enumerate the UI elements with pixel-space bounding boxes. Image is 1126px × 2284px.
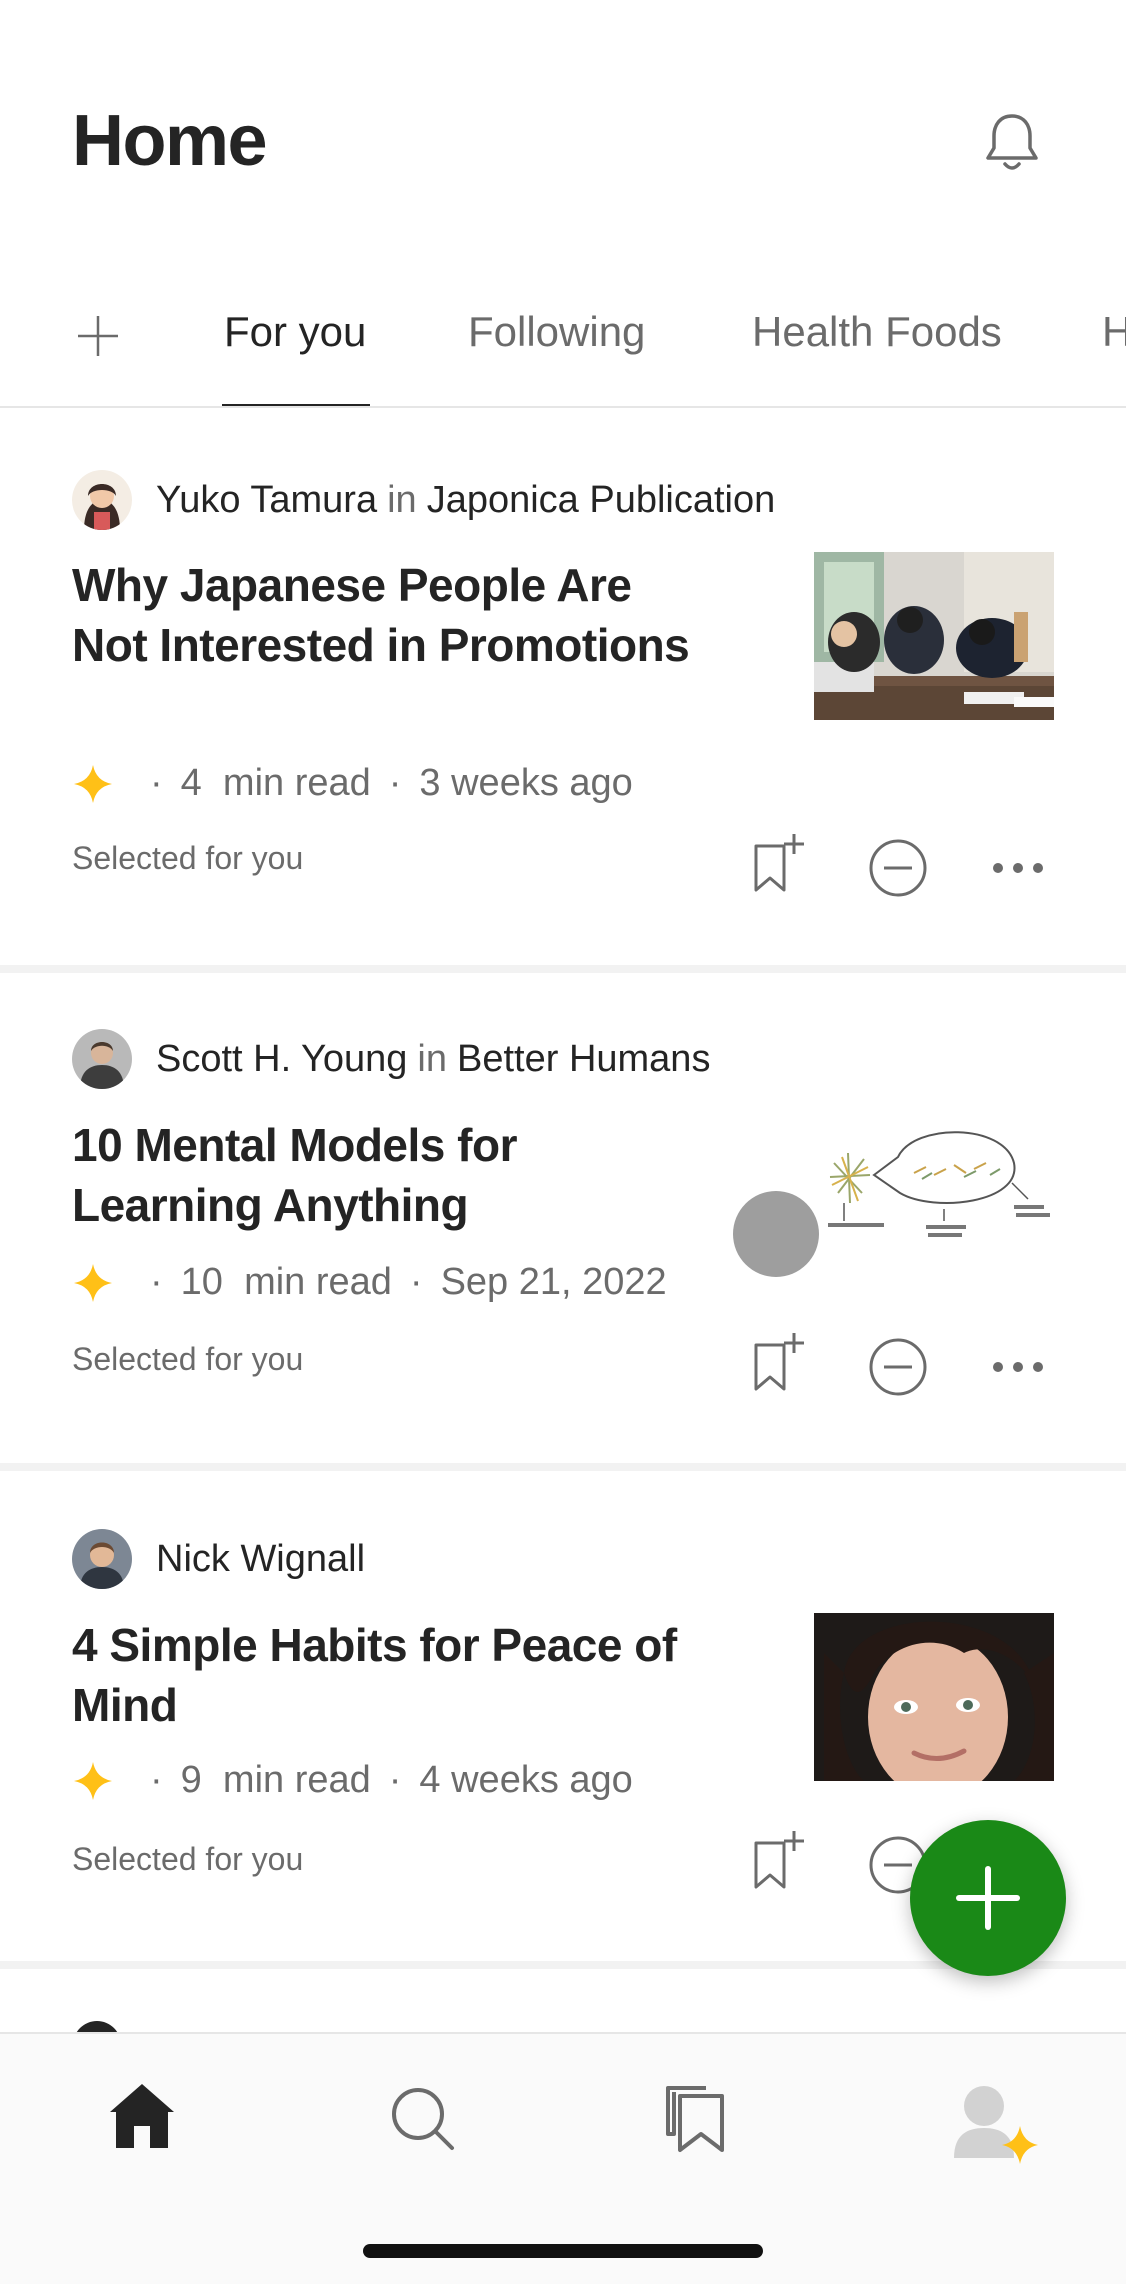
article-title[interactable]: 4 Simple Habits for Peace of Mind	[72, 1615, 712, 1735]
author-name[interactable]: Scott H. Young	[156, 1038, 407, 1081]
topic-tabs: For you Following Health Foods H	[0, 290, 1126, 408]
page-title: Home	[72, 101, 268, 181]
article-divider	[0, 965, 1126, 973]
article-card[interactable]: Yuko Tamura in Japonica Publication Why …	[0, 410, 1126, 965]
publish-age: 3 weeks ago	[419, 762, 633, 804]
bookmark-add-icon[interactable]	[746, 1331, 810, 1395]
write-story-plus-button[interactable]	[910, 1820, 1066, 1976]
read-time-unit: min read	[244, 1261, 392, 1303]
in-label: in	[387, 478, 417, 521]
search-icon[interactable]	[382, 2078, 462, 2158]
home-icon[interactable]	[102, 2078, 182, 2158]
meta-separator: ·	[150, 762, 163, 804]
article-thumbnail[interactable]	[814, 1613, 1054, 1781]
author-avatar[interactable]	[72, 1529, 132, 1589]
read-time-number: 4	[180, 762, 202, 804]
recommendation-reason: Selected for you	[72, 1841, 304, 1877]
show-less-minus-circle-icon[interactable]	[866, 836, 930, 900]
article-title[interactable]: Why Japanese People Are Not Interested i…	[72, 555, 712, 675]
bookmark-add-icon[interactable]	[746, 1829, 810, 1893]
meta-separator: ·	[388, 762, 402, 804]
publish-age: Sep 21, 2022	[440, 1261, 667, 1303]
show-less-minus-circle-icon[interactable]	[866, 1335, 930, 1399]
medium-home-screen: Home For you Following Health Foods H	[0, 0, 1126, 2284]
author-row: Nick Wignall	[72, 1529, 365, 1589]
bookmarks-icon[interactable]	[660, 2078, 740, 2158]
tab-health-foods[interactable]: Health Foods	[752, 308, 1002, 356]
in-label: in	[417, 1037, 447, 1080]
bookmark-add-icon[interactable]	[746, 832, 810, 896]
tab-partial[interactable]: H	[1102, 308, 1126, 356]
recommendation-reason: Selected for you	[72, 1341, 304, 1377]
add-topic-plus-icon[interactable]	[74, 312, 122, 360]
article-title[interactable]: 10 Mental Models for Learning Anything	[72, 1115, 712, 1235]
more-horizontal-icon[interactable]	[986, 1335, 1050, 1399]
meta-separator: ·	[388, 1759, 402, 1801]
author-name[interactable]: Nick Wignall	[156, 1538, 365, 1581]
article-meta: · 10 min read · Sep 21, 2022	[72, 1261, 667, 1304]
bell-icon[interactable]	[980, 110, 1044, 176]
publication-name[interactable]: Japonica Publication	[427, 479, 776, 522]
author-avatar[interactable]	[72, 470, 132, 530]
author-row: Yuko Tamura in Japonica Publication	[72, 470, 775, 530]
article-divider	[0, 1463, 1126, 1471]
header: Home	[0, 0, 1126, 270]
star-icon	[74, 1761, 112, 1800]
meta-separator: ·	[150, 1261, 163, 1303]
article-thumbnail[interactable]	[814, 552, 1054, 720]
read-time-number: 9	[180, 1759, 202, 1801]
publication-name[interactable]: Better Humans	[457, 1038, 710, 1081]
meta-separator: ·	[150, 1759, 163, 1801]
star-icon	[74, 1263, 112, 1302]
read-time-unit: min read	[222, 762, 371, 804]
star-icon	[74, 764, 112, 803]
plus-icon	[956, 1866, 1020, 1930]
profile-icon[interactable]	[950, 2078, 1050, 2164]
author-row: Scott H. Young in Better Humans	[72, 1029, 710, 1089]
publish-age: 4 weeks ago	[419, 1759, 633, 1801]
active-tab-indicator	[222, 404, 370, 406]
article-thumbnail[interactable]	[814, 1113, 1054, 1281]
read-time-unit: min read	[222, 1759, 371, 1801]
next-author-avatar-partial	[72, 2020, 122, 2032]
read-time-number: 10	[180, 1261, 223, 1303]
author-name[interactable]: Yuko Tamura	[156, 479, 377, 522]
home-indicator	[363, 2244, 763, 2258]
tab-for-you[interactable]: For you	[224, 308, 366, 356]
more-horizontal-icon[interactable]	[986, 836, 1050, 900]
author-avatar[interactable]	[72, 1029, 132, 1089]
recommendation-reason: Selected for you	[72, 840, 304, 876]
tab-following[interactable]: Following	[468, 308, 645, 356]
article-card[interactable]: Scott H. Young in Better Humans 10 Menta…	[0, 973, 1126, 1463]
article-meta: · 4 min read · 3 weeks ago	[72, 762, 633, 805]
meta-separator: ·	[409, 1261, 423, 1303]
touch-indicator	[733, 1191, 819, 1277]
article-meta: · 9 min read · 4 weeks ago	[72, 1759, 633, 1802]
